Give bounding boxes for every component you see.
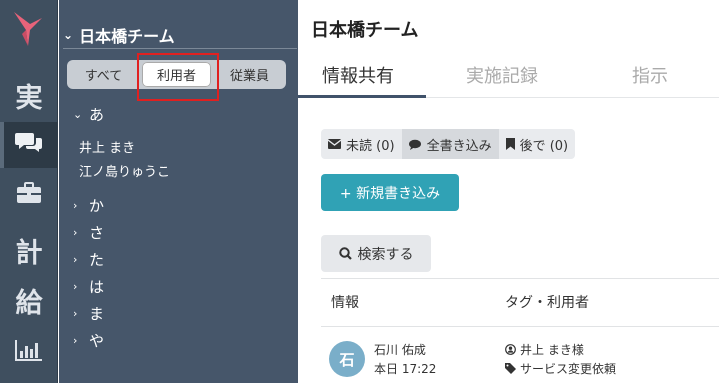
main-panel: 日本橋チーム 情報共有 実施記録 指示 未読 (0) 全書き込み 後で (0) … [298,0,719,383]
segment-all[interactable]: すべて [69,62,138,87]
filter-later-label: 後で (0) [519,138,569,154]
team-header[interactable]: ⌄ 日本橋チーム [63,24,175,46]
group-ha[interactable]: › は [73,276,104,297]
category-tag-label: サービス変更依頼 [520,362,617,376]
search-button[interactable]: 検索する [321,235,431,272]
rail-item-stats[interactable] [0,329,58,375]
segment-staff[interactable]: 従業員 [215,62,284,87]
group-label: さ [89,224,105,242]
filter-unread-label: 未読 (0) [346,138,395,154]
rail-item-plan-label: 計 [15,237,43,269]
bar-chart-icon [15,337,43,368]
divider [63,48,297,49]
bird-logo[interactable] [10,8,46,48]
filter-all-posts[interactable]: 全書き込み [401,129,499,159]
post-time: 本日 17:22 [374,362,437,376]
team-name: 日本橋チーム [79,27,175,46]
divider [321,278,719,279]
filter-later[interactable]: 後で (0) [499,129,576,159]
user-tag-label: 井上 まき様 [520,343,584,357]
chevron-down-icon: ⌄ [73,108,83,121]
avatar: 石 [329,341,365,377]
chevron-right-icon: › [73,334,78,347]
user-circle-icon [505,344,516,355]
group-sa[interactable]: › さ [73,222,104,243]
active-tab-indicator [298,95,426,98]
icon-rail: 実 計 給 [0,0,58,383]
rail-item-briefcase[interactable] [0,172,58,218]
tag-icon [505,363,516,374]
rail-item-salary[interactable]: 給 [0,277,58,323]
page-title: 日本橋チーム [311,20,419,41]
tab-instructions[interactable]: 指示 [632,62,668,88]
tab-records[interactable]: 実施記録 [466,62,538,88]
chevron-right-icon: › [73,226,78,239]
chevron-right-icon: › [73,199,78,212]
column-header-tags: タグ・利用者 [505,295,589,311]
group-ya[interactable]: › や [73,330,104,351]
chevron-right-icon: › [73,307,78,320]
group-ka[interactable]: › か [73,195,104,216]
group-label: あ [89,106,105,124]
rail-item-chat[interactable] [0,122,58,168]
new-post-button[interactable]: + 新規書き込み [321,174,459,211]
filter-unread[interactable]: 未読 (0) [321,129,402,159]
highlight-annotation-box [137,53,219,101]
group-label: や [89,332,105,350]
divider [321,326,719,327]
briefcase-icon [16,180,42,211]
post-author: 石川 佑成 [374,343,426,357]
rail-item-execution[interactable]: 実 [0,72,58,118]
search-button-label: 検索する [357,246,414,263]
envelope-icon [328,139,341,149]
comments-icon [408,139,421,150]
group-label: た [89,251,105,269]
tab-info-share[interactable]: 情報共有 [322,62,394,88]
filter-all-posts-label: 全書き込み [426,138,492,154]
search-icon [338,247,352,260]
group-label: か [89,197,105,215]
column-header-info: 情報 [331,295,359,311]
bookmark-icon [505,138,515,150]
category-tag: サービス変更依頼 [505,360,616,377]
member-item[interactable]: 江ノ島りゅうこ [79,161,170,180]
group-a[interactable]: ⌄ あ [73,104,104,125]
group-label: ま [89,305,105,323]
chevron-right-icon: › [73,280,78,293]
user-tag: 井上 まき様 [505,341,584,358]
chevron-down-icon: ⌄ [63,28,74,42]
tab-bar: 情報共有 実施記録 指示 [298,52,719,98]
rail-item-plan[interactable]: 計 [0,227,58,273]
rail-item-execution-label: 実 [15,82,43,114]
group-ma[interactable]: › ま [73,303,104,324]
chevron-right-icon: › [73,253,78,266]
rail-item-salary-label: 給 [15,287,43,319]
member-item[interactable]: 井上 まき [79,137,135,156]
chat-icon [15,130,43,161]
group-label: は [89,278,105,296]
group-ta[interactable]: › た [73,249,104,270]
post-filter-group: 未読 (0) 全書き込み 後で (0) [321,129,576,159]
